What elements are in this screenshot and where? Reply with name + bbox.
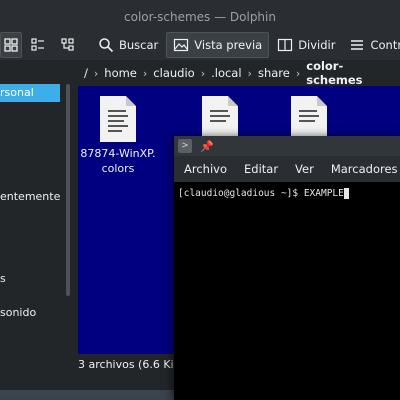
file-item[interactable]: 87874-WinXP. colors [78, 96, 158, 176]
icons-view-icon [4, 38, 18, 52]
sidebar-item-personal[interactable]: rsonal [0, 84, 60, 102]
compact-view-icon [31, 38, 44, 51]
tree-view-button[interactable] [54, 32, 82, 58]
window-title: color-schemes — Dolphin [124, 10, 276, 24]
pin-icon[interactable]: 📌 [200, 140, 214, 153]
breadcrumb: / › home › claudio › .local › share › co… [78, 59, 400, 87]
menu-ver[interactable]: Ver [285, 162, 321, 176]
search-button[interactable]: Buscar [92, 32, 164, 58]
konsole-window[interactable]: > 📌 Archivo Editar Ver Marcadores Pr [cl… [174, 136, 400, 400]
control-menu-button[interactable]: Control [343, 32, 400, 58]
file-name-line2: colors [101, 162, 135, 175]
breadcrumb-home[interactable]: home [98, 66, 143, 80]
window-titlebar: color-schemes — Dolphin [0, 0, 400, 34]
places-panel: rsonal entemente s sonido [0, 84, 66, 364]
breadcrumb-local[interactable]: .local [205, 66, 247, 80]
search-label: Buscar [119, 38, 159, 52]
split-label: Dividir [298, 38, 336, 52]
breadcrumb-share[interactable]: share [252, 66, 296, 80]
preview-button[interactable]: Vista previa [166, 32, 270, 58]
text-file-icon [100, 96, 136, 142]
file-name-line1: 87874-WinXP. [80, 147, 156, 160]
terminal-icon: > [178, 139, 192, 153]
terminal-prompt: [claudio@gladious ~]$ EXAMPLE [178, 188, 344, 199]
terminal-output[interactable]: [claudio@gladious ~]$ EXAMPLE [174, 182, 400, 205]
konsole-titlebar: > 📌 [174, 136, 400, 156]
search-icon [99, 38, 114, 53]
terminal-cursor [343, 188, 349, 199]
menu-archivo[interactable]: Archivo [174, 162, 234, 176]
tree-view-icon [61, 38, 74, 51]
icons-view-button[interactable] [0, 32, 22, 58]
compact-view-button[interactable] [24, 32, 52, 58]
breadcrumb-root[interactable]: / [78, 66, 94, 80]
split-button[interactable]: Dividir [271, 32, 341, 58]
menu-marcadores[interactable]: Marcadores [321, 162, 400, 176]
control-label: Control [370, 38, 400, 52]
sidebar-item-sound[interactable]: sonido [0, 304, 60, 322]
breadcrumb-claudio[interactable]: claudio [147, 66, 200, 80]
status-bar: 3 archivos (6.6 KiB) [78, 358, 186, 371]
preview-label: Vista previa [194, 38, 263, 52]
split-view-icon [278, 38, 293, 52]
sidebar-item-recent[interactable]: entemente [0, 188, 60, 206]
hamburger-menu-icon [351, 40, 364, 50]
menu-editar[interactable]: Editar [234, 162, 285, 176]
sidebar-scrollbar[interactable] [66, 84, 70, 296]
sidebar-item-devices[interactable]: s [0, 270, 60, 288]
breadcrumb-color-schemes[interactable]: color-schemes [300, 59, 400, 87]
image-preview-icon [174, 38, 189, 52]
konsole-menubar: Archivo Editar Ver Marcadores Pr [174, 156, 400, 182]
main-toolbar: Buscar Vista previa Dividir Control [0, 30, 400, 60]
